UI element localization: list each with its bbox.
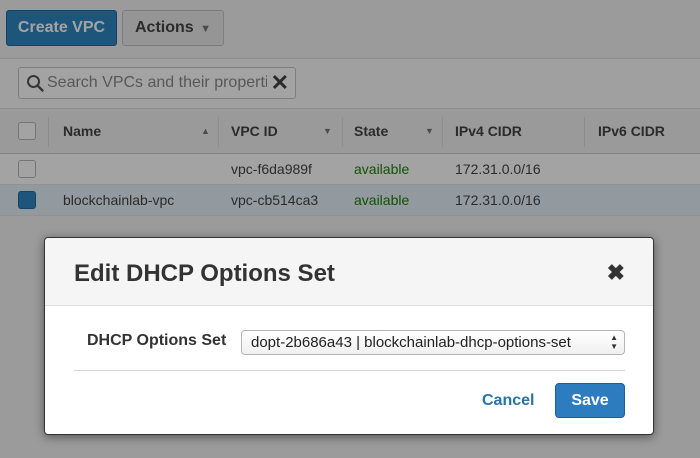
dialog-title: Edit DHCP Options Set (74, 260, 335, 287)
save-button[interactable]: Save (555, 383, 625, 418)
dialog-header: Edit DHCP Options Set ✖ (45, 238, 653, 306)
select-arrows-icon: ▲ ▼ (610, 333, 618, 351)
dhcp-options-set-label: DHCP Options Set (87, 332, 227, 349)
cancel-button[interactable]: Cancel (482, 392, 534, 410)
dhcp-options-set-value: dopt-2b686a43 | blockchainlab-dhcp-optio… (251, 334, 571, 351)
close-icon[interactable]: ✖ (607, 262, 625, 284)
edit-dhcp-options-dialog: Edit DHCP Options Set ✖ DHCP Options Set… (44, 237, 654, 435)
dhcp-options-set-select[interactable]: dopt-2b686a43 | blockchainlab-dhcp-optio… (241, 330, 625, 355)
dialog-divider (74, 370, 625, 371)
